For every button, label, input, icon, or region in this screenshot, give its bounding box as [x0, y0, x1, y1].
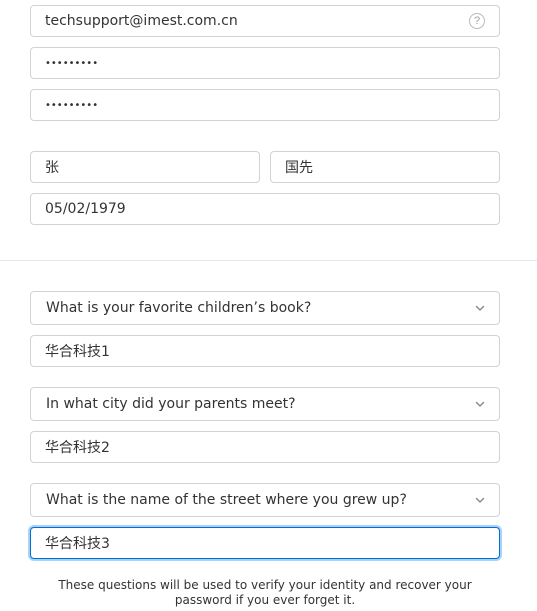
first-name-field[interactable]: 张 — [30, 151, 260, 183]
security-question-2-value: In what city did your parents meet? — [46, 396, 296, 412]
security-answer-1-field[interactable]: 华合科技1 — [30, 335, 500, 367]
security-question-3-select[interactable]: What is the name of the street where you… — [30, 483, 500, 517]
apple-id-form: techsupport@imest.com.cn ? ••••••••• •••… — [0, 0, 537, 611]
security-question-3-value: What is the name of the street where you… — [46, 492, 407, 508]
chevron-down-icon — [475, 401, 485, 407]
security-questions-note: These questions will be used to verify y… — [58, 578, 472, 607]
email-value: techsupport@imest.com.cn — [45, 13, 238, 29]
birthday-value: 05/02/1979 — [45, 201, 126, 217]
confirm-password-field[interactable]: ••••••••• — [30, 89, 500, 121]
security-answer-3-field[interactable]: 华合科技3 — [30, 527, 500, 559]
security-question-2-select[interactable]: In what city did your parents meet? — [30, 387, 500, 421]
security-answer-2-field[interactable]: 华合科技2 — [30, 431, 500, 463]
chevron-down-icon — [475, 305, 485, 311]
help-icon[interactable]: ? — [469, 13, 485, 29]
confirm-password-value: ••••••••• — [45, 99, 99, 111]
section-divider — [0, 260, 537, 261]
security-question-1-value: What is your favorite children’s book? — [46, 300, 312, 316]
email-field[interactable]: techsupport@imest.com.cn ? — [30, 5, 500, 37]
first-name-value: 张 — [45, 160, 59, 176]
birthday-field[interactable]: 05/02/1979 — [30, 193, 500, 225]
last-name-field[interactable]: 国先 — [270, 151, 500, 183]
password-value: ••••••••• — [45, 57, 99, 69]
security-answer-3-value: 华合科技3 — [45, 536, 110, 552]
password-field[interactable]: ••••••••• — [30, 47, 500, 79]
security-question-1-select[interactable]: What is your favorite children’s book? — [30, 291, 500, 325]
chevron-down-icon — [475, 497, 485, 503]
last-name-value: 国先 — [285, 160, 313, 176]
security-answer-2-value: 华合科技2 — [45, 440, 110, 456]
security-answer-1-value: 华合科技1 — [45, 344, 110, 360]
